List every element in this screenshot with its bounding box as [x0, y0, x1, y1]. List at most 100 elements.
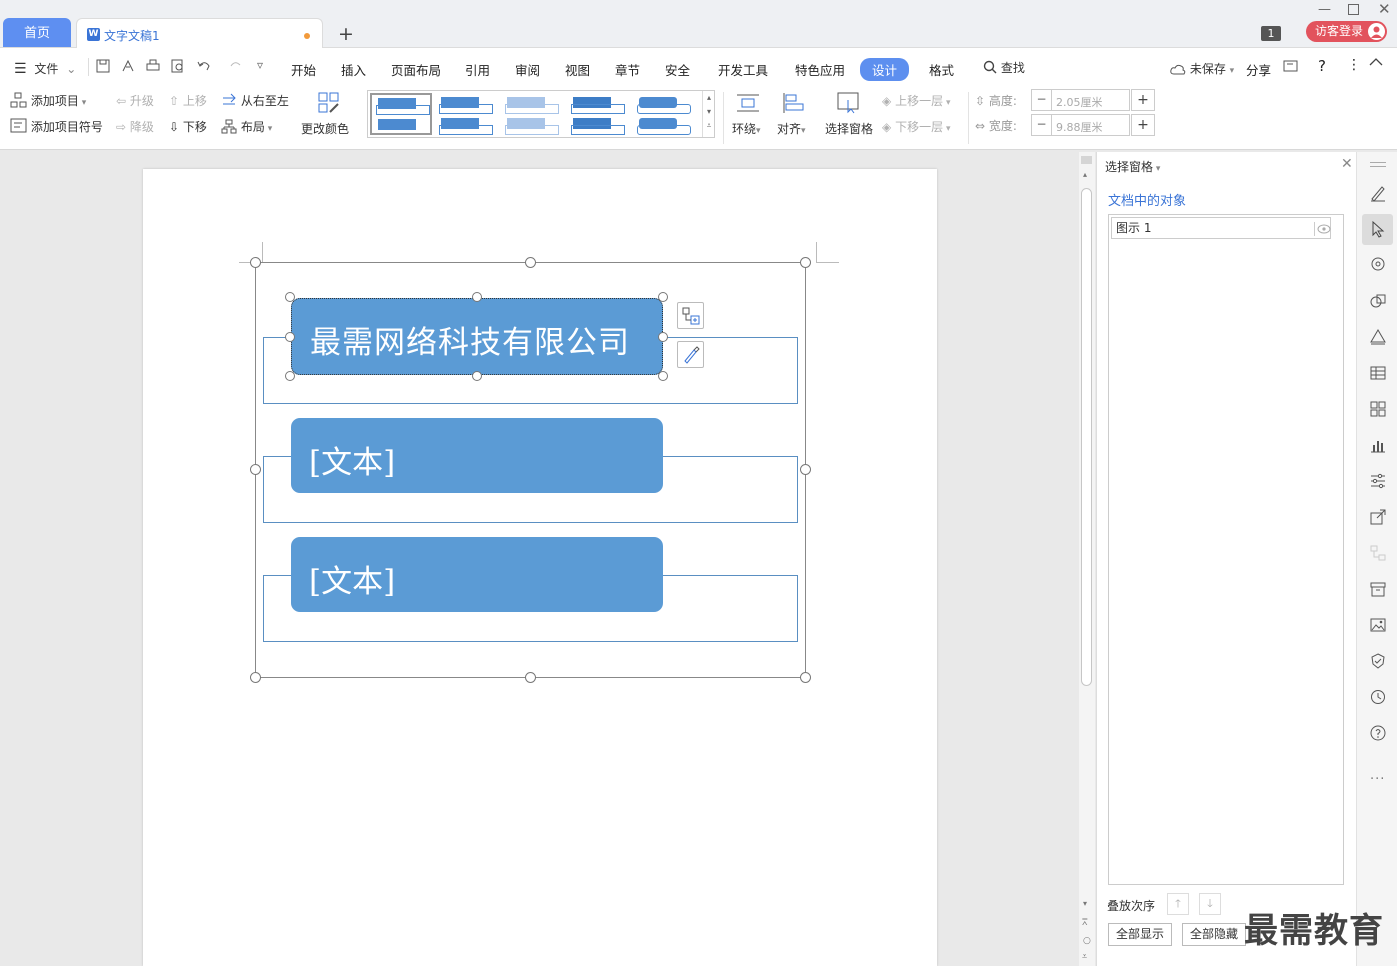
resize-handle-b[interactable]: [525, 672, 536, 683]
smartart-node-3[interactable]: [文本]: [291, 537, 663, 612]
search-button[interactable]: 查找: [983, 59, 1025, 76]
menu-security[interactable]: 安全: [665, 60, 690, 79]
menu-chapter[interactable]: 章节: [615, 60, 640, 79]
help-button[interactable]: ?: [1318, 57, 1326, 75]
menu-references[interactable]: 引用: [465, 60, 490, 79]
menu-design[interactable]: 设计: [860, 58, 910, 81]
history-icon[interactable]: [1369, 688, 1387, 706]
share-button[interactable]: 分享: [1246, 60, 1271, 79]
eye-icon[interactable]: [1314, 222, 1332, 236]
style-thumb-4[interactable]: [567, 93, 629, 135]
resize-handle-tr[interactable]: [800, 257, 811, 268]
right-to-left-button[interactable]: 从右至左: [221, 92, 289, 109]
tab-home[interactable]: 首页: [3, 18, 71, 47]
image-icon[interactable]: [1369, 616, 1387, 634]
unsaved-status[interactable]: 未保存 ▾: [1170, 60, 1234, 77]
menu-insert[interactable]: 插入: [341, 60, 366, 79]
archive-icon[interactable]: [1369, 580, 1387, 598]
node-handle-l[interactable]: [285, 332, 295, 342]
width-decrease-button[interactable]: −: [1032, 115, 1052, 135]
width-increase-button[interactable]: +: [1131, 114, 1155, 136]
window-count-badge[interactable]: 1: [1261, 26, 1281, 41]
menu-start[interactable]: 开始: [291, 60, 316, 79]
layers-icon[interactable]: [1369, 328, 1387, 346]
menu-review[interactable]: 审阅: [515, 60, 540, 79]
menu-developer[interactable]: 开发工具: [718, 60, 768, 79]
send-backward-button[interactable]: ◈ 下移一层 ▾: [882, 118, 950, 135]
save-icon[interactable]: [96, 59, 110, 73]
resize-handle-tl[interactable]: [250, 257, 261, 268]
redo-icon[interactable]: [230, 59, 244, 73]
resize-handle-t[interactable]: [525, 257, 536, 268]
send-backward-arrow-button[interactable]: 🡓: [1199, 893, 1221, 915]
close-icon[interactable]: ✕: [1341, 156, 1353, 172]
minimize-button[interactable]: —: [1318, 2, 1331, 17]
move-up-button[interactable]: ⇧ 上移: [169, 92, 207, 109]
demote-button[interactable]: ⇨ 降级: [116, 118, 154, 135]
prev-page-icon[interactable]: ⩞: [1082, 918, 1087, 928]
hide-all-button[interactable]: 全部隐藏: [1182, 923, 1246, 946]
selection-pane-button[interactable]: 选择窗格: [824, 90, 876, 142]
smartart-node-2[interactable]: [文本]: [291, 418, 663, 493]
add-bullet-button[interactable]: 添加项目符号: [10, 118, 103, 135]
location-icon[interactable]: [1369, 256, 1387, 274]
menu-format[interactable]: 格式: [929, 60, 954, 79]
more-tools-icon[interactable]: ···: [1370, 772, 1385, 787]
node-handle-r[interactable]: [658, 332, 668, 342]
style-thumb-3[interactable]: [501, 93, 563, 135]
style-thumb-5[interactable]: [633, 93, 695, 135]
vertical-scrollbar[interactable]: ▴ ▾ ⩞ ○ ⩡: [1079, 152, 1095, 966]
new-tab-button[interactable]: +: [338, 23, 354, 45]
help-circle-icon[interactable]: [1369, 724, 1387, 742]
undo-icon[interactable]: [196, 59, 216, 73]
scroll-thumb[interactable]: [1081, 188, 1092, 686]
share-out-icon[interactable]: [1369, 508, 1387, 526]
smartart-add-shape-button[interactable]: [677, 302, 704, 329]
change-color-button[interactable]: 更改颜色: [301, 90, 359, 142]
print-icon[interactable]: [146, 59, 160, 73]
height-increase-button[interactable]: +: [1131, 89, 1155, 111]
cursor-icon[interactable]: [1369, 220, 1387, 238]
menu-page-layout[interactable]: 页面布局: [391, 60, 441, 79]
node-handle-tr[interactable]: [658, 292, 668, 302]
height-spinner[interactable]: − 2.05厘米 +: [1031, 89, 1155, 111]
add-item-button[interactable]: 添加项目 ▾: [10, 92, 86, 109]
maximize-button[interactable]: [1348, 2, 1359, 15]
move-down-button[interactable]: ⇩ 下移: [169, 118, 207, 135]
smartart-node-1[interactable]: 最需网络科技有限公司: [291, 298, 663, 375]
gallery-scroll[interactable]: ▴ ▾ ⩡: [702, 91, 715, 137]
node-handle-br[interactable]: [658, 371, 668, 381]
shield-icon[interactable]: [1369, 652, 1387, 670]
node-handle-t[interactable]: [472, 292, 482, 302]
shapes-icon[interactable]: [1369, 292, 1387, 310]
layout-button[interactable]: 布局 ▾: [221, 118, 272, 135]
guest-login-button[interactable]: 访客登录: [1306, 21, 1387, 42]
collapse-ribbon-icon[interactable]: [1369, 57, 1383, 67]
chart-icon[interactable]: [1369, 436, 1387, 454]
scroll-up-arrow-icon[interactable]: ▴: [1083, 170, 1087, 179]
menu-view[interactable]: 视图: [565, 60, 590, 79]
document-page[interactable]: 最需网络科技有限公司 [文本] [文本]: [143, 169, 937, 966]
align-button[interactable]: 对齐▾: [776, 90, 814, 142]
bring-forward-button[interactable]: ◈ 上移一层 ▾: [882, 92, 950, 109]
style-thumb-1[interactable]: [370, 93, 432, 135]
node-handle-tl[interactable]: [285, 292, 295, 302]
smartart-style-brush-button[interactable]: [677, 341, 704, 368]
pen-icon[interactable]: [1369, 184, 1387, 202]
tab-document[interactable]: W 文字文稿1: [76, 18, 323, 48]
show-all-button[interactable]: 全部显示: [1108, 923, 1172, 946]
node-handle-bl[interactable]: [285, 371, 295, 381]
collapse-panel-icon[interactable]: [1283, 59, 1299, 73]
export-icon[interactable]: [121, 59, 135, 73]
customize-quick-access-icon[interactable]: ▿: [257, 58, 263, 72]
close-window-button[interactable]: ✕: [1378, 0, 1391, 18]
sliders-icon[interactable]: [1369, 472, 1387, 490]
promote-button[interactable]: ⇦ 升级: [116, 92, 154, 109]
print-preview-icon[interactable]: [171, 59, 185, 73]
selection-pane-title[interactable]: 选择窗格 ▾: [1105, 158, 1160, 175]
menu-features[interactable]: 特色应用: [795, 60, 845, 79]
resize-handle-r[interactable]: [800, 464, 811, 475]
more-icon[interactable]: ⋮: [1347, 57, 1361, 73]
scroll-down-arrow-icon[interactable]: ▾: [1083, 899, 1087, 908]
bring-forward-arrow-button[interactable]: 🡑: [1167, 893, 1189, 915]
